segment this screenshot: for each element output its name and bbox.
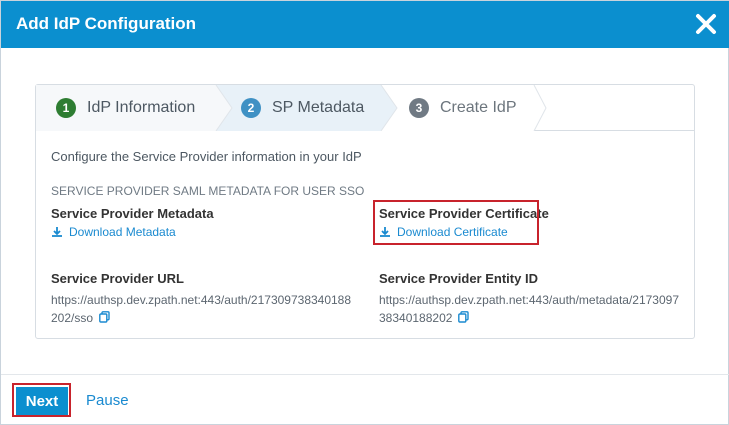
sp-entity-id-text: https://authsp.dev.zpath.net:443/auth/me… bbox=[379, 293, 680, 325]
download-metadata-label: Download Metadata bbox=[69, 225, 176, 239]
section-heading: SERVICE PROVIDER SAML METADATA FOR USER … bbox=[51, 184, 365, 198]
sp-entity-id-value: https://authsp.dev.zpath.net:443/auth/me… bbox=[379, 291, 684, 328]
step-idp-information[interactable]: 1 IdP Information bbox=[56, 85, 195, 131]
certificate-highlight bbox=[373, 200, 539, 245]
close-icon[interactable] bbox=[694, 12, 718, 36]
step-label: SP Metadata bbox=[272, 99, 365, 116]
pause-button[interactable]: Pause bbox=[86, 392, 129, 409]
step-label: IdP Information bbox=[87, 99, 196, 116]
sp-entity-id-label: Service Provider Entity ID bbox=[379, 271, 538, 286]
sp-url-text: https://authsp.dev.zpath.net:443/auth/21… bbox=[51, 293, 352, 325]
wizard-panel: 1 IdP Information 2 SP Metadata 3 Create… bbox=[35, 84, 695, 339]
sp-url-value: https://authsp.dev.zpath.net:443/auth/21… bbox=[51, 291, 356, 328]
step-create-idp[interactable]: 3 Create IdP bbox=[409, 85, 516, 131]
download-metadata-link[interactable]: Download Metadata bbox=[51, 225, 176, 239]
step-sp-metadata[interactable]: 2 SP Metadata bbox=[241, 85, 364, 131]
dialog-title: Add IdP Configuration bbox=[16, 14, 197, 33]
download-icon bbox=[52, 227, 62, 237]
sp-metadata-label: Service Provider Metadata bbox=[51, 206, 214, 221]
footer-divider bbox=[1, 374, 729, 375]
step-label: Create IdP bbox=[440, 99, 517, 116]
step-number: 3 bbox=[409, 98, 429, 118]
copy-icon[interactable] bbox=[458, 310, 470, 328]
step-number: 1 bbox=[56, 98, 76, 118]
step-number: 2 bbox=[241, 98, 261, 118]
sp-url-label: Service Provider URL bbox=[51, 271, 184, 286]
intro-text: Configure the Service Provider informati… bbox=[51, 149, 362, 164]
dialog-header: Add IdP Configuration bbox=[1, 1, 729, 48]
copy-icon[interactable] bbox=[99, 310, 110, 328]
wizard-steps: 1 IdP Information 2 SP Metadata 3 Create… bbox=[36, 85, 694, 131]
add-idp-dialog: Add IdP Configuration 1 IdP Information … bbox=[0, 0, 729, 425]
next-button[interactable]: Next bbox=[16, 387, 68, 415]
